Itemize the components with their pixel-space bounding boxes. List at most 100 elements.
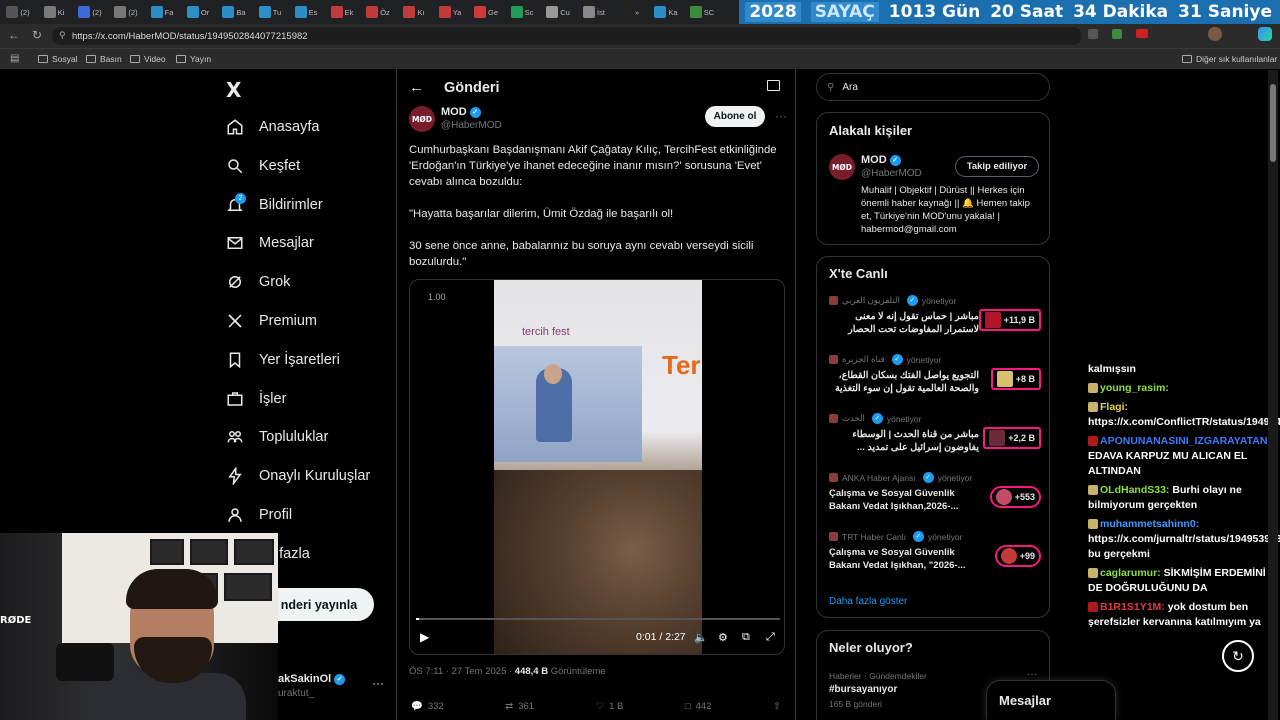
tab-label: Ya [452,7,462,17]
verified-icon: ✓ [469,106,481,118]
following-button[interactable]: Takip ediliyor [955,156,1039,177]
bookmark-icon: □ [684,701,691,712]
account-more-icon[interactable]: ··· [372,676,384,690]
author-avatar[interactable]: MØD [409,106,435,132]
youtube-icon[interactable] [1136,29,1148,38]
live-item[interactable]: ANKA Haber Ajansı ✓ yönetiyor Çalışma ve So… [829,472,1041,524]
play-icon[interactable]: ▶ [420,630,429,644]
tab-favicon-icon [78,6,91,18]
verified-icon: ✓ [889,154,901,166]
menu-icon[interactable]: ▤ [10,53,19,64]
live-item-title: Çalışma ve Sosyal Güvenlik Bakanı Vedat … [829,547,966,571]
browser-tab[interactable]: (2) [72,0,108,24]
wall-frame [224,573,272,601]
mute-icon[interactable]: 🔈 [694,631,708,644]
x-logo[interactable]: X [226,78,241,102]
live-count: +99 [1019,551,1035,561]
bookmark-button[interactable]: □ 442 [685,701,712,712]
repost-button[interactable]: ⇄ 361 [505,701,534,712]
browser-tab[interactable]: Sc [504,0,540,24]
fullscreen-icon[interactable]: ⤢ [766,631,775,644]
live-item[interactable]: TRT Haber Canlı ✓ yönetiyor Çalışma ve Sosy… [829,531,1041,583]
browser-tab[interactable]: Es [288,0,324,24]
url-input[interactable]: ⚲ https://x.com/HaberMOD/status/19495028… [52,27,1082,45]
browser-tab[interactable]: Cu [540,0,576,24]
bookmark-folder-basin[interactable]: Basın [86,54,122,64]
sidebar-item-anasayfa[interactable]: Anasayfa [226,115,319,139]
trend-more-icon[interactable]: ··· [1027,669,1037,680]
browser-tab[interactable]: » [612,0,648,24]
bookmark-folder-video[interactable]: Video [130,54,166,64]
trending-title: Neler oluyor? [829,640,913,655]
sidebar-item-onaylı-kuruluşlar[interactable]: Onaylı Kuruluşlar [226,464,370,488]
browser-tab[interactable]: Or [180,0,216,24]
browser-tab[interactable]: Ba [216,0,252,24]
search-input[interactable]: ⚲ Ara [816,73,1050,101]
more-icon[interactable]: ··· [775,109,787,123]
verified-icon: ✓ [891,354,903,365]
trend-tag[interactable]: #bursayanıyor [829,684,897,695]
browser-tab[interactable]: Tu [252,0,288,24]
browser-tab[interactable]: Ya [432,0,468,24]
browser-tab[interactable]: Ki [36,0,72,24]
screen: { "browser": { "tab_labels": ["(2)","Ki"… [0,0,1280,720]
settings-icon[interactable]: ⚙ [718,631,728,644]
browser-tab[interactable]: İst [576,0,612,24]
back-arrow-icon[interactable]: ← [8,28,20,42]
browser-tab[interactable]: Öz [360,0,396,24]
author-name[interactable]: MOD ✓ [441,106,481,118]
account-name[interactable]: akSakinOl ✓ [278,673,346,685]
refresh-icon[interactable]: ↻ [32,28,42,42]
video-player[interactable]: 1.00 tercih fest Ter ▶ 0:01 / 2:27 🔈 ⚙ ⧉… [409,279,785,655]
pip-icon[interactable]: ⧉ [742,631,750,644]
live-source-name: قناة الجزيرة [842,354,885,364]
related-name[interactable]: MOD ✓ [861,154,901,166]
live-status: yönetiyor [927,531,963,542]
browser-tab[interactable]: Fa [144,0,180,24]
browser-tab[interactable]: Ek [324,0,360,24]
live-item[interactable]: التلفزيون العربي ✓ yönetiyor مباشر | حماس ت… [829,295,1041,347]
related-avatar[interactable]: MØD [829,154,855,180]
browser-tab[interactable]: SC [684,0,720,24]
live-item[interactable]: الحدث ✓ yönetiyor مباشر من قناة الحدث | الو… [829,413,1041,465]
live-status: yönetiyor [906,354,942,365]
profile-avatar[interactable] [1208,27,1222,41]
show-more-link[interactable]: Daha fazla göster [829,596,907,607]
tab-favicon-icon [510,6,523,18]
sidebar-item-grok[interactable]: Grok [226,270,290,294]
browser-tab[interactable]: Ge [468,0,504,24]
page-scrollbar[interactable] [1268,70,1278,720]
live-item[interactable]: قناة الجزيرة ✓ yönetiyor التجويع يواصل الفت… [829,354,1041,406]
reply-button[interactable]: 💬 332 [411,701,444,712]
sidebar-item-premium[interactable]: Premium [226,309,317,333]
folder-icon [176,55,186,63]
scrollbar-thumb[interactable] [1270,84,1276,162]
like-button[interactable]: ♡ 1 B [596,701,624,712]
chat-popout-icon[interactable]: ↻ [1222,640,1254,672]
share-button[interactable]: ⇧ [773,701,781,712]
sidebar-item-profil[interactable]: Profil [226,503,292,527]
sidebar-item-topluluklar[interactable]: Topluluklar [226,425,328,449]
bookmark-folder-other[interactable]: Diğer sık kullanılanlar [1182,54,1277,64]
extension-icon[interactable] [1088,29,1098,39]
sidebar-item-i̇şler[interactable]: İşler [226,387,286,411]
bookmark-folder-sosyal[interactable]: Sosyal [38,54,78,64]
tab-label: Ek [344,7,354,17]
subscribe-button[interactable]: Abone ol [705,106,765,127]
browser-tab[interactable]: (2) [108,0,144,24]
sidebar-item-mesajlar[interactable]: Mesajlar [226,231,314,255]
copilot-icon[interactable] [1258,27,1272,41]
back-arrow-icon[interactable]: ← [409,79,424,96]
browser-tab[interactable]: Kı [396,0,432,24]
bookmark-folder-yayin[interactable]: Yayın [176,54,211,64]
extension-icon[interactable] [1112,29,1122,39]
folder-icon [130,55,140,63]
messages-drawer[interactable]: Mesajlar [986,680,1116,720]
browser-tab[interactable]: Ka [648,0,684,24]
live-source-name: الحدث [842,413,865,423]
author-handle[interactable]: @HaberMOD [441,120,502,131]
reader-icon[interactable] [767,80,780,91]
sidebar-item-yer-i̇şaretleri[interactable]: Yer İşaretleri [226,348,340,372]
browser-tab[interactable]: (2) [0,0,36,24]
sidebar-item-keşfet[interactable]: Keşfet [226,154,300,178]
